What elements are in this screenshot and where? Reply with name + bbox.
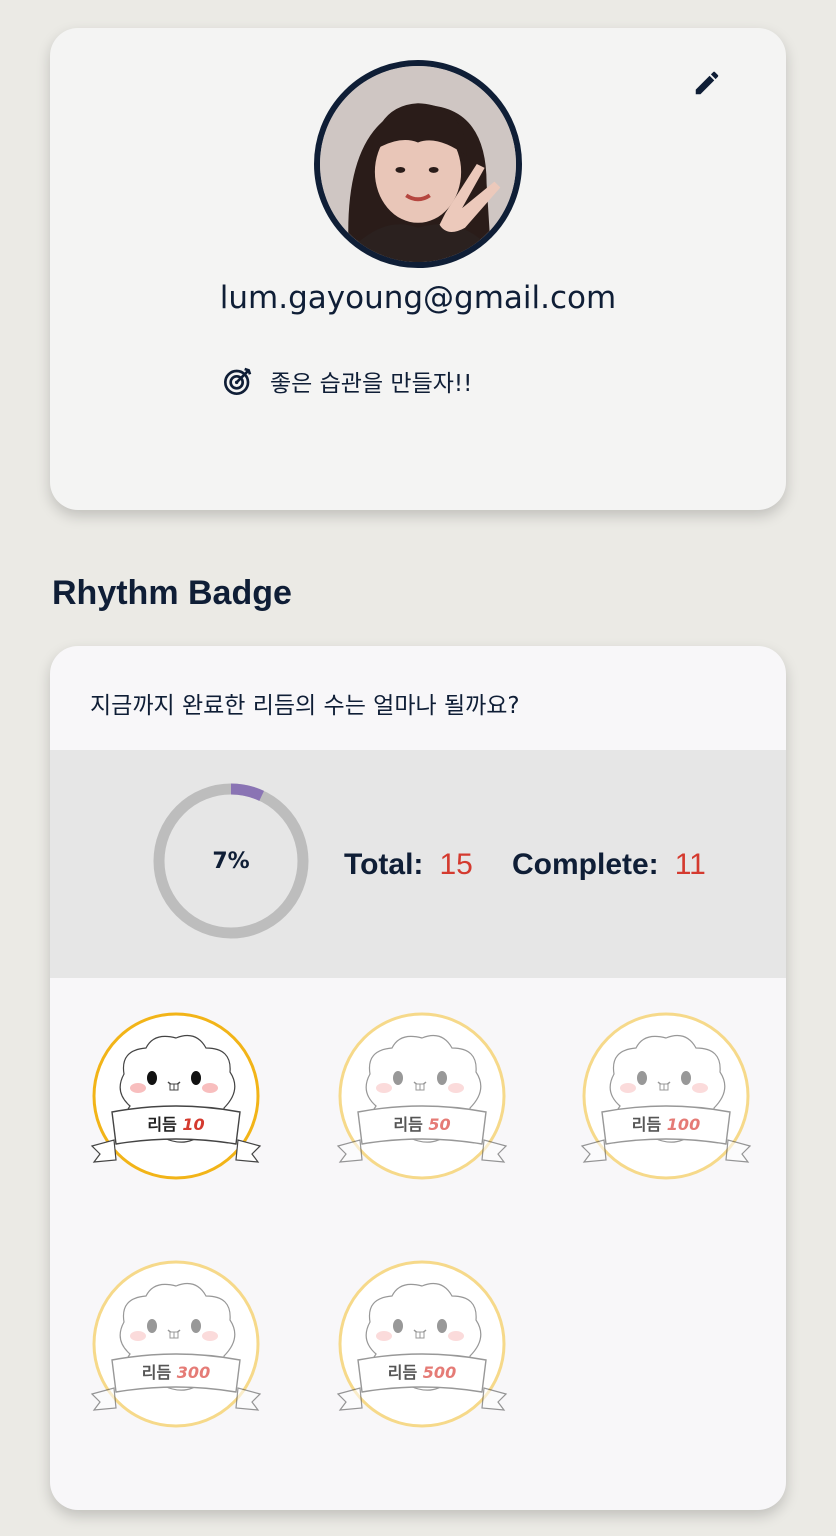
progress-percent: 7% — [212, 848, 250, 874]
badge-label-count: 50 — [428, 1115, 450, 1134]
badge-10[interactable]: 리듬 10 — [90, 1010, 262, 1182]
badge-icon: 리듬 50 — [336, 1012, 508, 1180]
badge-card: 지금까지 완료한 리듬의 수는 얼마나 될까요? 7% Total: 15 Co… — [50, 646, 786, 1510]
goal-text: 좋은 습관을 만들자!! — [270, 371, 473, 397]
profile-email: lum.gayoung@gmail.com — [219, 280, 617, 316]
badge-label: 리듬 10 — [147, 1115, 204, 1134]
total-stat: Total: 15 — [344, 848, 473, 882]
badge-label-prefix: 리듬 — [142, 1363, 177, 1382]
badge-50[interactable]: 리듬 50 — [336, 1010, 508, 1182]
section-title: Rhythm Badge — [52, 574, 292, 612]
badge-label-count: 10 — [182, 1115, 204, 1134]
badge-icon: 리듬 10 — [90, 1012, 262, 1180]
badge-label-prefix: 리듬 — [393, 1115, 428, 1134]
badge-label-prefix: 리듬 — [388, 1363, 423, 1382]
badge-icon: 리듬 300 — [90, 1260, 262, 1428]
question-text: 지금까지 완료한 리듬의 수는 얼마나 될까요? — [90, 693, 520, 719]
badge-label: 리듬 300 — [142, 1363, 210, 1382]
badge-label-prefix: 리듬 — [632, 1115, 667, 1134]
badge-label-prefix: 리듬 — [147, 1115, 182, 1134]
badge-500[interactable]: 리듬 500 — [336, 1258, 508, 1430]
complete-value: 11 — [674, 848, 706, 881]
badge-label: 리듬 500 — [388, 1363, 456, 1382]
complete-stat: Complete: 11 — [512, 848, 706, 882]
stats-panel: 7% Total: 15 Complete: 11 — [50, 750, 786, 978]
profile-card: lum.gayoung@gmail.com 좋은 습관을 만들자!! — [50, 28, 786, 510]
badge-label: 리듬 50 — [393, 1115, 450, 1134]
total-label: Total: — [344, 848, 424, 881]
badge-label-count: 300 — [177, 1363, 210, 1382]
badge-300[interactable]: 리듬 300 — [90, 1258, 262, 1430]
complete-label: Complete: — [512, 848, 659, 881]
target-icon — [224, 367, 252, 395]
badge-100[interactable]: 리듬 100 — [580, 1010, 752, 1182]
badge-label: 리듬 100 — [632, 1115, 700, 1134]
total-value: 15 — [439, 848, 473, 881]
avatar[interactable] — [314, 60, 522, 268]
badge-label-count: 100 — [667, 1115, 700, 1134]
user-photo — [320, 66, 516, 262]
pencil-icon — [695, 71, 719, 95]
profile-goal: 좋은 습관을 만들자!! — [222, 364, 472, 398]
badge-label-count: 500 — [423, 1363, 456, 1382]
badge-icon: 리듬 100 — [580, 1012, 752, 1180]
edit-profile-button[interactable] — [692, 68, 722, 98]
badge-icon: 리듬 500 — [336, 1260, 508, 1428]
